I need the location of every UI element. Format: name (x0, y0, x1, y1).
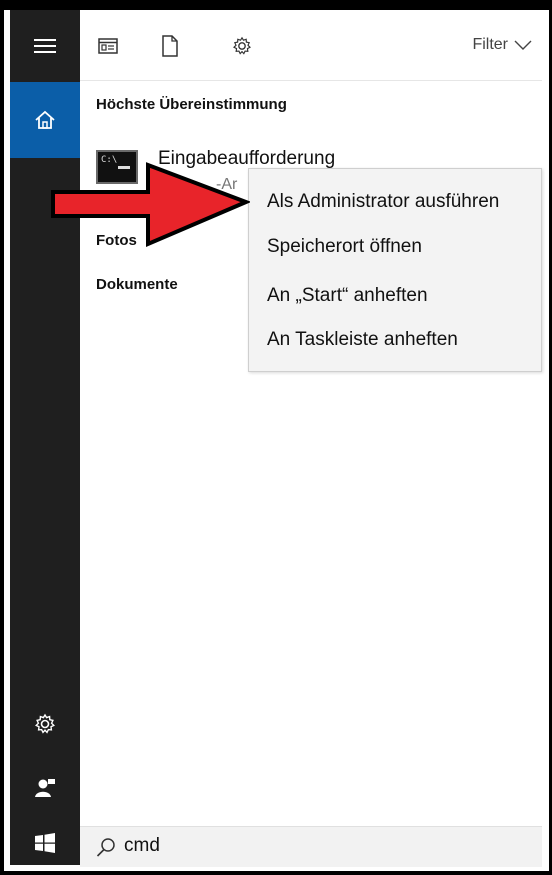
screenshot-border (0, 0, 552, 875)
